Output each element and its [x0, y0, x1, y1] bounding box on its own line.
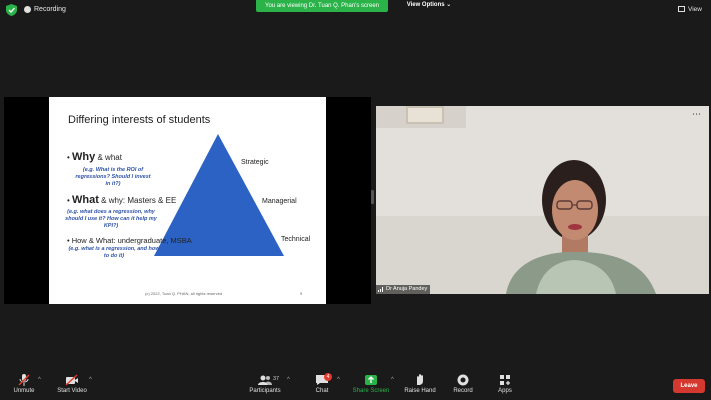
participant-name-tag: Dr Anuja Pandey: [376, 285, 431, 294]
bullet-sub-how: (e.g. what is a regression, and how to d…: [68, 246, 160, 259]
share-screen-label: Share Screen: [352, 388, 390, 394]
bullet-text: & why: Masters & EE: [98, 196, 177, 205]
view-options-label: View Options: [406, 2, 445, 8]
bullet-head: Why: [72, 151, 96, 163]
video-options-chevron-icon[interactable]: ^: [89, 377, 92, 383]
share-chevron-icon[interactable]: ^: [391, 377, 394, 383]
apps-button[interactable]: Apps: [495, 374, 515, 394]
meeting-window: Recording You are viewing Dr. Tuan Q. Ph…: [0, 0, 711, 400]
mic-muted-icon: [18, 374, 30, 386]
unmute-label: Unmute: [13, 388, 35, 394]
slide-footer: (c) 2022, Tuan Q. PHAN, all rights reser…: [145, 291, 223, 296]
view-button[interactable]: View: [678, 5, 702, 15]
participants-count: 37: [273, 376, 280, 382]
shield-icon[interactable]: [6, 4, 17, 16]
raise-hand-button[interactable]: Raise Hand: [402, 374, 438, 394]
audio-options-chevron-icon[interactable]: ^: [38, 377, 41, 383]
slide-title: Differing interests of students: [68, 114, 211, 126]
participants-icon: [258, 375, 272, 385]
raise-hand-label: Raise Hand: [404, 388, 436, 394]
apps-icon: [500, 375, 510, 385]
level-label-technical: Technical: [281, 236, 311, 243]
bullet-what: • What & why: Masters & EE: [67, 194, 177, 206]
start-video-button[interactable]: Start Video: [56, 374, 88, 394]
bullet-how: • How & What: undergraduate, MSBA: [67, 236, 192, 245]
slide-page-number: 9: [300, 291, 303, 296]
share-screen-icon: [365, 375, 377, 385]
recording-icon: [24, 6, 31, 13]
chat-badge: 4: [324, 373, 332, 381]
chat-label: Chat: [315, 388, 329, 394]
viewing-banner: You are viewing Dr. Tuan Q. Phan's scree…: [256, 0, 388, 12]
leave-button[interactable]: Leave: [673, 379, 705, 393]
bullet-head: What: [72, 194, 99, 206]
participants-chevron-icon[interactable]: ^: [287, 377, 290, 383]
signal-icon: [378, 287, 383, 292]
camera-off-icon: [65, 374, 78, 386]
bullet-sub-why: (e.g. What is the ROI of regressions? Sh…: [75, 167, 151, 187]
bullet-sub-what: (e.g. what does a regression, why should…: [65, 209, 157, 229]
chat-chevron-icon[interactable]: ^: [337, 377, 340, 383]
bullet-head: How: [71, 236, 87, 245]
bullet-text: & What: undergraduate, MSBA: [86, 236, 192, 245]
apps-label: Apps: [498, 388, 512, 394]
unmute-button[interactable]: Unmute: [10, 374, 38, 394]
recording-label: Recording: [34, 6, 66, 13]
share-screen-button[interactable]: Share Screen: [351, 374, 391, 394]
start-video-label: Start Video: [57, 388, 87, 394]
level-label-managerial: Managerial: [262, 198, 297, 205]
record-button[interactable]: Record: [451, 374, 475, 394]
level-label-strategic: Strategic: [241, 159, 269, 166]
chevron-down-icon: ⌄: [446, 2, 452, 8]
grid-icon: [678, 6, 685, 12]
bullet-why: • Why & what: [67, 151, 122, 163]
record-icon: [457, 374, 469, 386]
presentation-slide: Differing interests of students Strategi…: [49, 97, 326, 304]
hand-icon: [417, 374, 423, 385]
more-options-icon[interactable]: ⋯: [692, 110, 701, 119]
top-bar: Recording You are viewing Dr. Tuan Q. Ph…: [0, 0, 711, 20]
view-options-button[interactable]: View Options ⌄: [404, 0, 454, 12]
participant-video-image: [376, 106, 709, 294]
bullet-text: & what: [95, 153, 122, 162]
participant-video[interactable]: [376, 106, 709, 294]
view-label: View: [688, 6, 702, 13]
participants-label: Participants: [249, 388, 281, 394]
split-resize-handle[interactable]: [371, 190, 374, 204]
record-label: Record: [453, 388, 473, 394]
participant-name: Dr Anuja Pandey: [386, 286, 428, 292]
